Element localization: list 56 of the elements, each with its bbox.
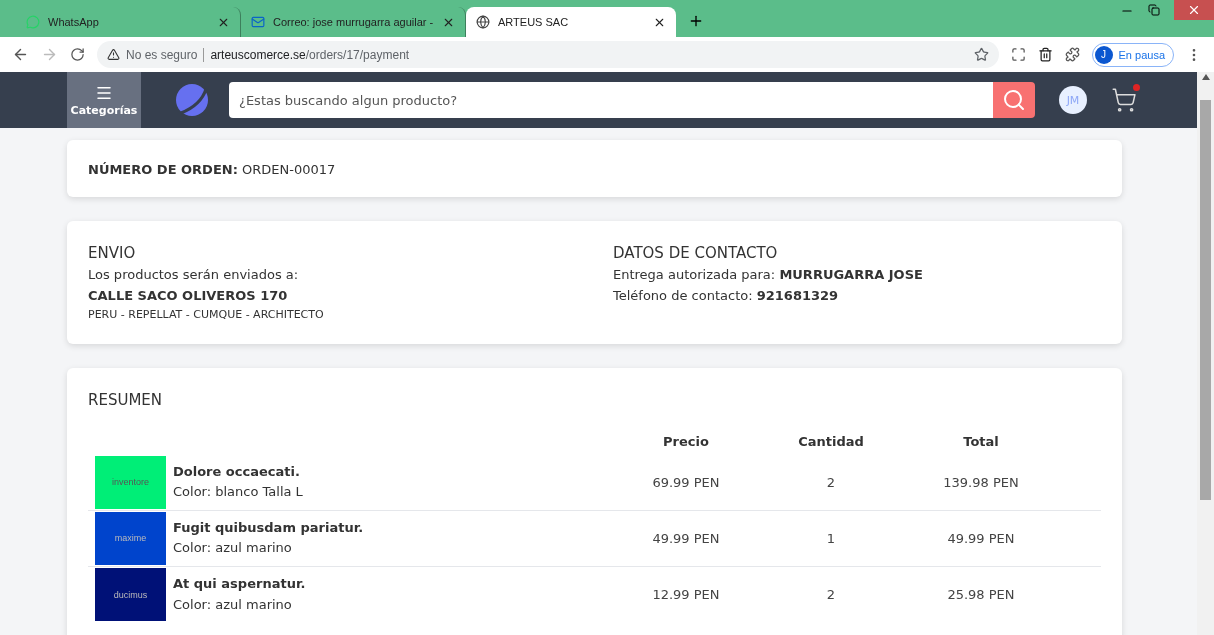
close-icon xyxy=(1187,3,1201,17)
security-label: No es seguro xyxy=(126,47,198,62)
contact-title: DATOS DE CONTACTO xyxy=(613,242,779,264)
shipping-address: CALLE SACO OLIVEROS 170 xyxy=(88,286,289,305)
url-text: arteuscomerce.se/orders/17/payment xyxy=(210,47,410,62)
logo-icon xyxy=(175,83,209,117)
restore-icon[interactable] xyxy=(1148,4,1160,16)
cart-icon xyxy=(1111,87,1137,113)
summary-title: RESUMEN xyxy=(88,390,164,411)
recipient-text: Entrega autorizada para: MURRUGARRA JOSE xyxy=(613,265,924,284)
product-name: Fugit quibusdam pariatur. xyxy=(173,518,365,537)
product-thumbnail: ducimus xyxy=(95,568,166,622)
scrollbar[interactable] xyxy=(1197,72,1214,635)
quantity-cell: 2 xyxy=(826,587,836,603)
search-icon xyxy=(1002,88,1026,112)
back-icon[interactable] xyxy=(12,46,29,63)
mail-icon xyxy=(251,15,265,29)
total-cell: 49.99 PEN xyxy=(947,531,1015,546)
scroll-up-icon[interactable] xyxy=(1201,74,1210,80)
column-header: Total xyxy=(962,434,1000,451)
product-thumbnail: maxime xyxy=(95,512,166,565)
cart-button[interactable] xyxy=(1111,87,1137,113)
globe-icon xyxy=(476,15,490,29)
reload-icon[interactable] xyxy=(70,47,85,62)
product-detail: Color: azul marino xyxy=(173,539,293,558)
trash-icon[interactable] xyxy=(1037,47,1053,62)
column-header: Cantidad xyxy=(797,434,865,451)
screenshot-icon[interactable] xyxy=(1010,47,1026,62)
price-cell: 12.99 PEN xyxy=(652,587,720,603)
price-cell: 69.99 PEN xyxy=(652,475,720,490)
browser-tab[interactable]: ARTEUS SAC xyxy=(466,7,676,37)
product-detail: Color: blanco Talla L xyxy=(173,483,304,502)
search-button[interactable] xyxy=(993,82,1035,118)
phone-text: Teléfono de contacto: 921681329 xyxy=(613,286,840,305)
address-bar[interactable]: No es seguro arteuscomerce.se/orders/17/payment xyxy=(97,41,999,68)
quantity-cell: 1 xyxy=(826,531,836,546)
categories-button[interactable]: Categorías xyxy=(67,72,141,128)
bookmark-star-icon[interactable] xyxy=(973,47,989,62)
price-cell: 49.99 PEN xyxy=(652,531,720,546)
product-name: Dolore occaecati. xyxy=(173,462,301,481)
product-thumbnail: inventore xyxy=(95,456,166,509)
quantity-cell: 2 xyxy=(826,475,836,490)
column-header: Precio xyxy=(662,434,710,451)
new-tab-icon[interactable] xyxy=(688,13,704,29)
total-cell: 25.98 PEN xyxy=(947,587,1015,603)
warning-icon xyxy=(107,48,120,61)
chat-icon xyxy=(26,15,40,29)
product-detail: Color: azul marino xyxy=(173,596,293,614)
shipping-title: ENVIO xyxy=(88,242,137,264)
order-number: NÚMERO DE ORDEN: ORDEN-00017 xyxy=(88,161,337,179)
total-cell: 139.98 PEN xyxy=(943,475,1019,490)
shipping-intro: Los productos serán enviados a: xyxy=(88,265,300,284)
search-field[interactable]: ¿Estas buscando algun producto? xyxy=(229,82,993,118)
product-name: At qui aspernatur. xyxy=(173,575,307,594)
shipping-region: PERU - REPELLAT - CUMQUE - ARCHITECTO xyxy=(88,307,325,324)
extensions-icon[interactable] xyxy=(1064,47,1080,62)
